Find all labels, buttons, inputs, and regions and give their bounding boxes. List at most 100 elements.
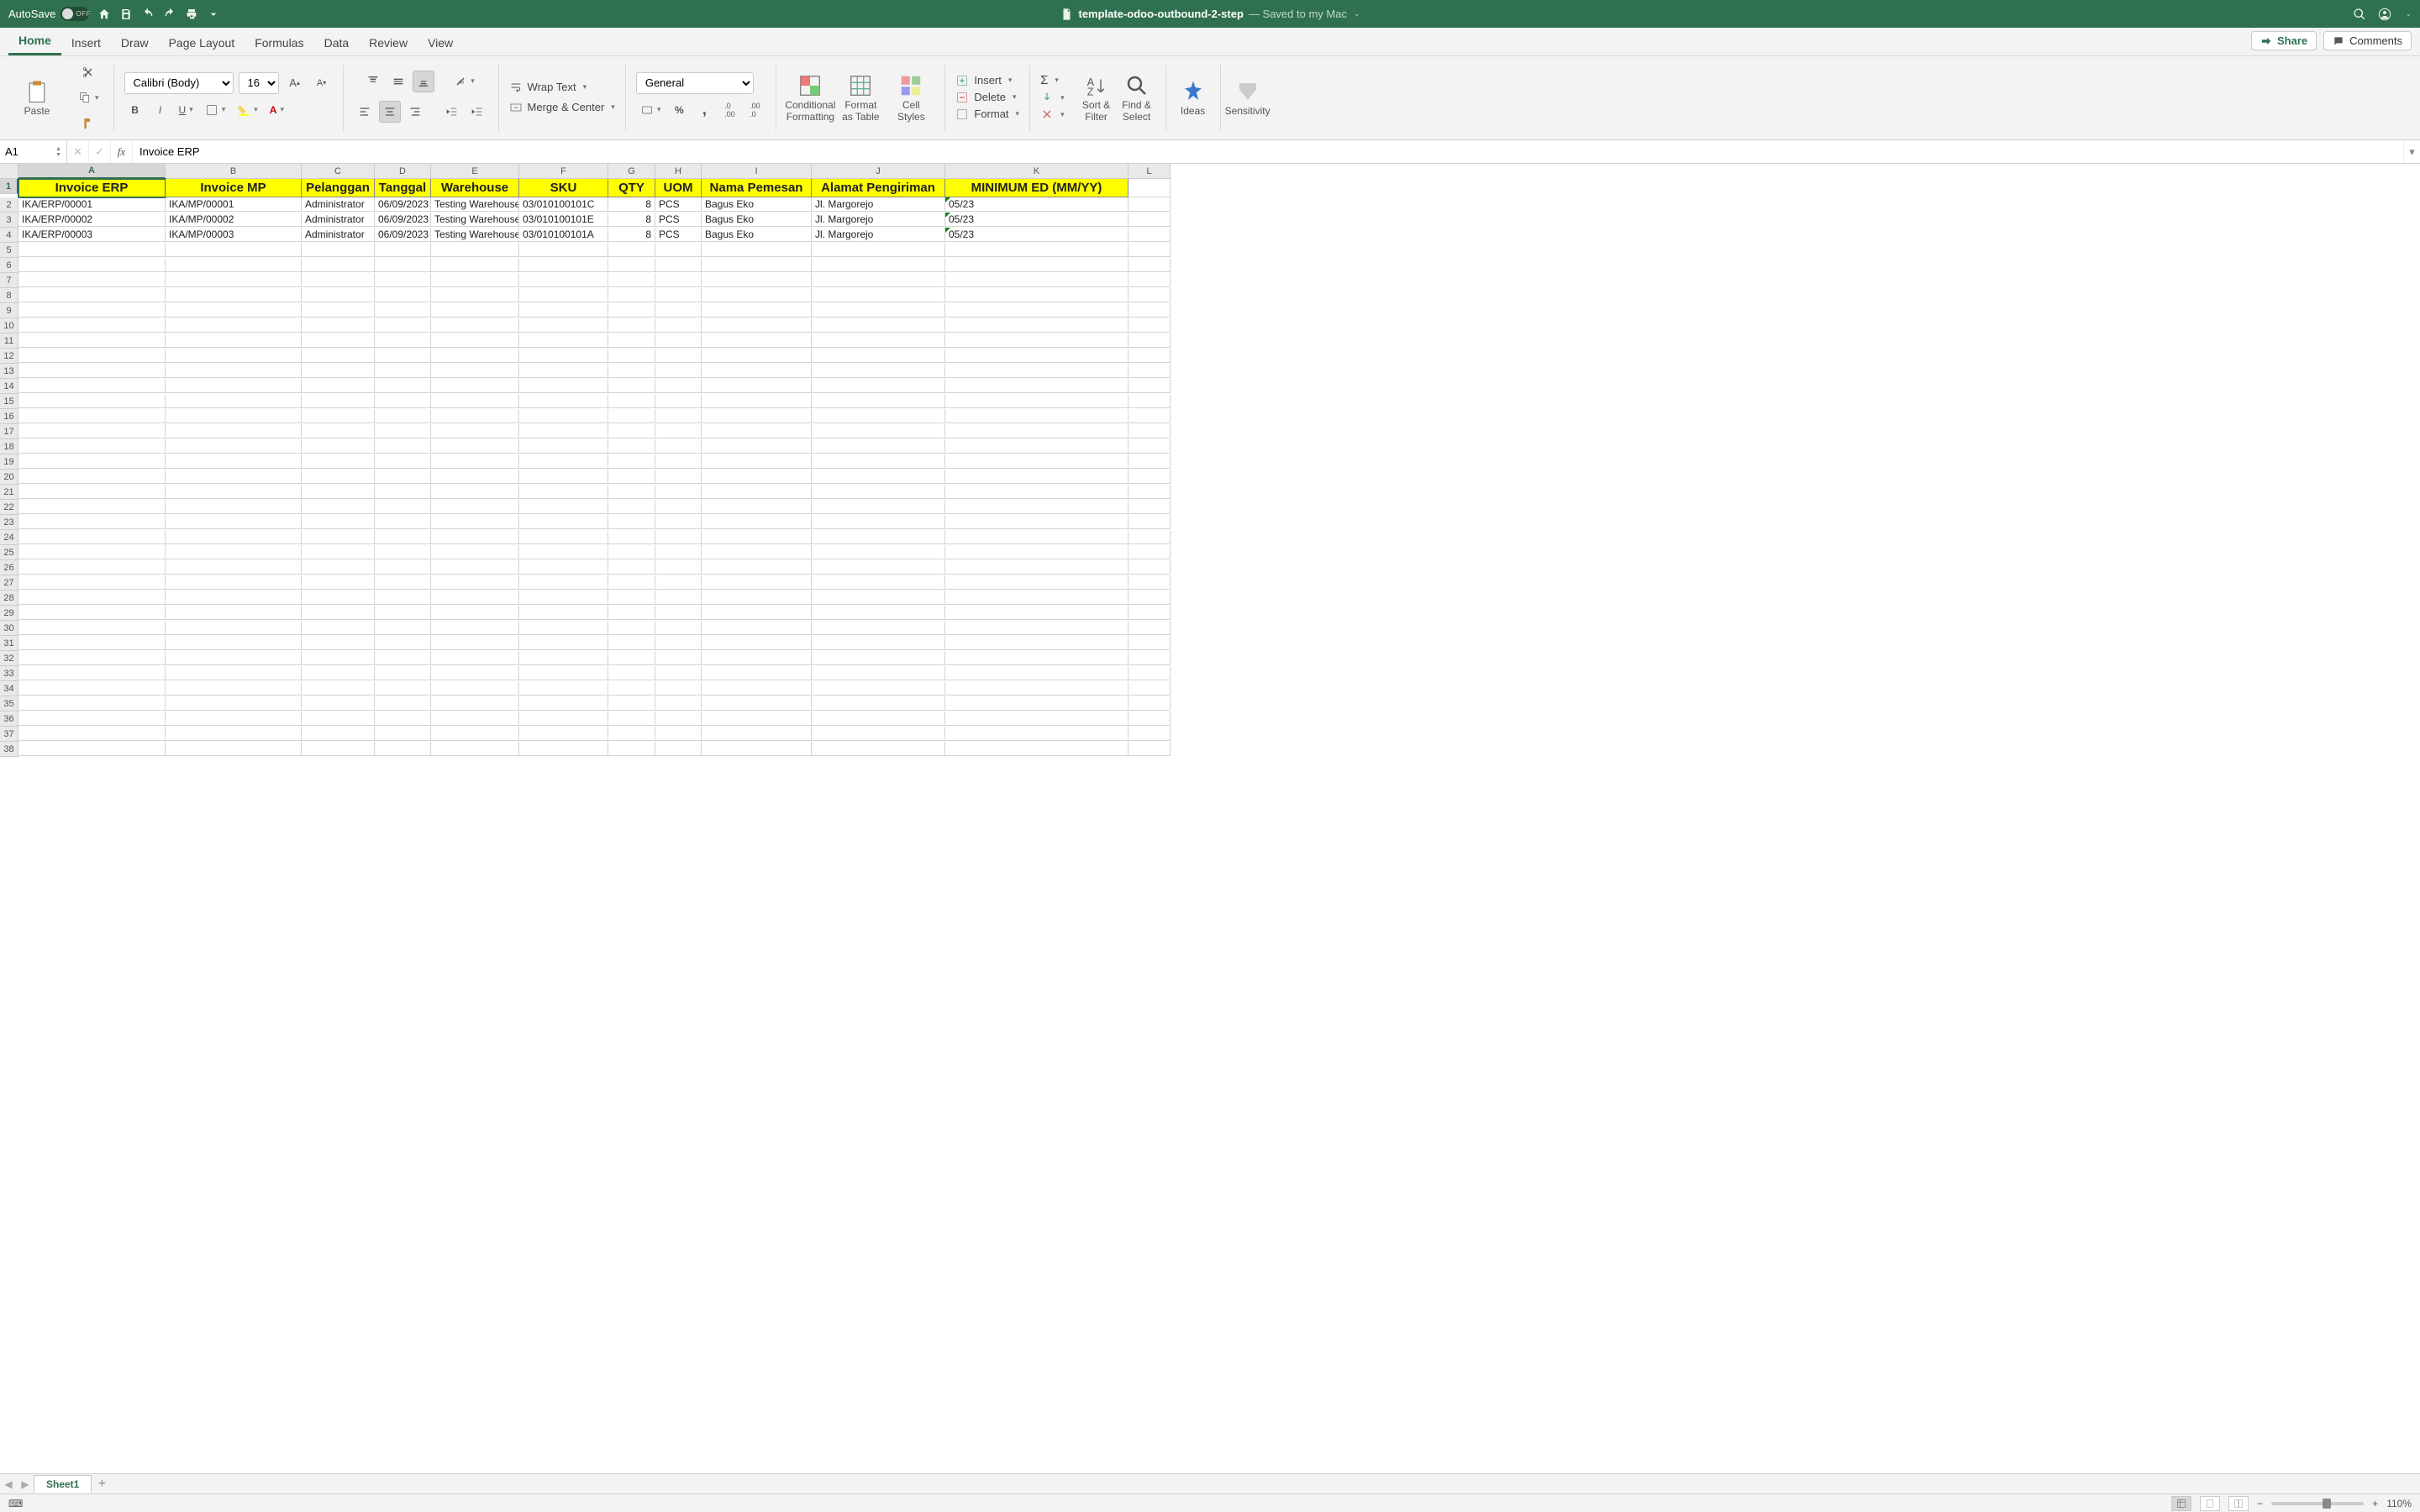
cell[interactable] xyxy=(608,439,655,454)
cell[interactable] xyxy=(702,273,812,287)
cell[interactable] xyxy=(375,606,431,620)
cell[interactable] xyxy=(812,349,945,363)
cell[interactable] xyxy=(431,545,519,559)
cell[interactable] xyxy=(608,545,655,559)
cell[interactable] xyxy=(1128,439,1171,454)
cell[interactable] xyxy=(702,470,812,484)
align-right-icon[interactable] xyxy=(404,101,426,123)
fill-color-icon[interactable]: ▾ xyxy=(233,99,262,121)
cell[interactable] xyxy=(945,545,1128,559)
cell[interactable] xyxy=(608,243,655,257)
cell[interactable] xyxy=(302,651,375,665)
cell[interactable] xyxy=(18,636,166,650)
row-header[interactable]: 32 xyxy=(0,651,18,666)
cell[interactable] xyxy=(1128,727,1171,741)
cell[interactable] xyxy=(166,742,302,756)
row-header[interactable]: 14 xyxy=(0,379,18,394)
cell[interactable] xyxy=(166,349,302,363)
cell[interactable] xyxy=(702,288,812,302)
tab-data[interactable]: Data xyxy=(314,29,360,55)
cell[interactable] xyxy=(302,394,375,408)
cell[interactable] xyxy=(702,258,812,272)
zoom-out-icon[interactable]: − xyxy=(2257,1498,2263,1509)
cell[interactable] xyxy=(18,379,166,393)
cell[interactable] xyxy=(655,530,702,544)
cell[interactable] xyxy=(166,258,302,272)
format-cells-button[interactable]: Format▾ xyxy=(955,108,1019,121)
cell[interactable] xyxy=(702,349,812,363)
cell[interactable] xyxy=(166,500,302,514)
cell[interactable] xyxy=(302,273,375,287)
sheet-next-icon[interactable]: ▶ xyxy=(17,1478,34,1490)
cell[interactable] xyxy=(166,727,302,741)
customize-qat-icon[interactable] xyxy=(207,8,220,21)
cell[interactable] xyxy=(431,591,519,605)
cell[interactable] xyxy=(302,485,375,499)
cell[interactable] xyxy=(18,606,166,620)
tab-view[interactable]: View xyxy=(418,29,463,55)
spreadsheet-grid[interactable]: ABCDEFGHIJKL1Invoice ERPInvoice MPPelang… xyxy=(0,164,2420,1473)
col-header[interactable]: D xyxy=(375,164,431,179)
cell[interactable] xyxy=(945,711,1128,726)
cell[interactable] xyxy=(302,575,375,590)
cell[interactable] xyxy=(812,379,945,393)
cell[interactable] xyxy=(608,349,655,363)
cell[interactable] xyxy=(812,621,945,635)
cell[interactable] xyxy=(375,318,431,333)
cell[interactable] xyxy=(702,409,812,423)
wrap-text-button[interactable]: Wrap Text▾ xyxy=(509,81,587,94)
row-header[interactable]: 5 xyxy=(0,243,18,258)
cell[interactable]: Jl. Margorejo xyxy=(812,197,945,212)
cell[interactable] xyxy=(655,333,702,348)
fill-button[interactable]: ▾ xyxy=(1040,91,1065,104)
cell[interactable]: 06/09/2023 xyxy=(375,197,431,212)
cell[interactable]: 05/23 xyxy=(945,197,1128,212)
cell[interactable]: 06/09/2023 xyxy=(375,228,431,242)
cell[interactable] xyxy=(375,439,431,454)
cell[interactable] xyxy=(519,711,608,726)
cell[interactable] xyxy=(702,303,812,318)
cell[interactable] xyxy=(166,666,302,680)
cell[interactable] xyxy=(302,424,375,438)
align-middle-icon[interactable] xyxy=(387,71,409,92)
row-header[interactable]: 19 xyxy=(0,454,18,470)
cell[interactable] xyxy=(375,470,431,484)
cell[interactable] xyxy=(812,651,945,665)
sheet-tab[interactable]: Sheet1 xyxy=(34,1475,92,1493)
cell[interactable] xyxy=(375,636,431,650)
cell[interactable] xyxy=(519,470,608,484)
header-cell[interactable]: Warehouse xyxy=(431,179,519,197)
cell[interactable] xyxy=(702,742,812,756)
col-header[interactable]: B xyxy=(166,164,302,179)
row-header[interactable]: 1 xyxy=(0,179,18,194)
cell[interactable] xyxy=(166,711,302,726)
cell[interactable] xyxy=(519,349,608,363)
cell[interactable] xyxy=(655,727,702,741)
cell[interactable] xyxy=(302,711,375,726)
align-left-icon[interactable] xyxy=(354,101,376,123)
cell[interactable] xyxy=(519,303,608,318)
align-top-icon[interactable] xyxy=(362,71,384,92)
cell[interactable] xyxy=(1128,179,1171,197)
cell[interactable] xyxy=(375,303,431,318)
cell[interactable] xyxy=(1128,258,1171,272)
sort-filter-button[interactable]: AZSort & Filter xyxy=(1078,70,1115,125)
account-icon[interactable] xyxy=(2378,8,2391,21)
tab-formulas[interactable]: Formulas xyxy=(245,29,313,55)
cell[interactable] xyxy=(702,666,812,680)
cell[interactable] xyxy=(702,636,812,650)
row-header[interactable]: 18 xyxy=(0,439,18,454)
cell[interactable] xyxy=(302,500,375,514)
save-icon[interactable] xyxy=(119,8,133,21)
cell[interactable] xyxy=(302,243,375,257)
cell[interactable] xyxy=(302,560,375,575)
namebox-down-icon[interactable]: ▼ xyxy=(55,152,61,158)
cell[interactable]: 8 xyxy=(608,197,655,212)
orientation-icon[interactable]: ab▾ xyxy=(450,71,479,92)
cell[interactable] xyxy=(812,318,945,333)
cell[interactable] xyxy=(702,545,812,559)
cell[interactable] xyxy=(431,621,519,635)
cell[interactable] xyxy=(702,606,812,620)
cell[interactable] xyxy=(1128,485,1171,499)
cell[interactable] xyxy=(655,711,702,726)
